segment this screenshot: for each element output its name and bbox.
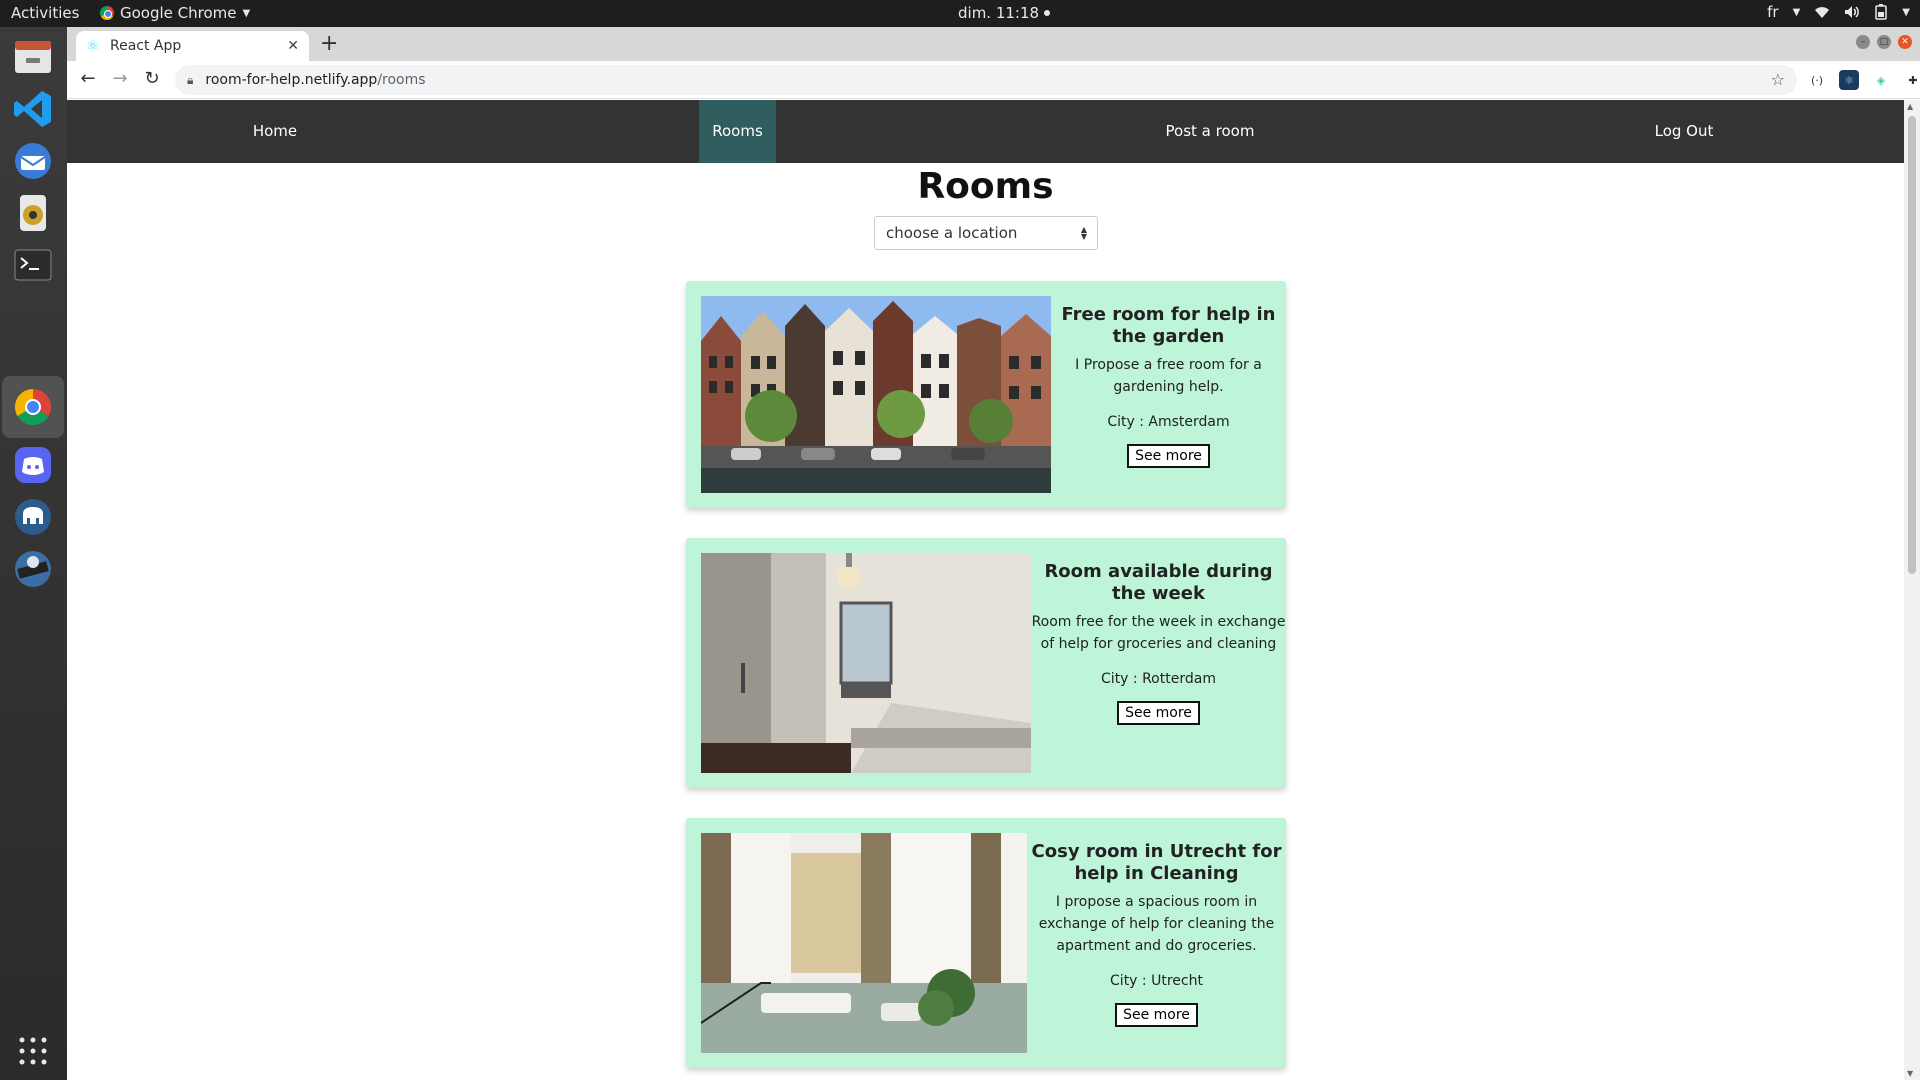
room-info: Cosy room in Utrecht for help in Cleanin… <box>1027 833 1286 1027</box>
select-arrows-icon: ▲ ▼ <box>1080 225 1087 241</box>
extension-brackets-icon[interactable]: (·) <box>1807 70 1827 90</box>
room-card: Free room for help in the garden I Propo… <box>686 281 1286 508</box>
dock <box>0 27 67 1080</box>
room-image <box>701 833 1027 1053</box>
close-icon[interactable]: ✕ <box>287 38 299 54</box>
minimize-icon[interactable]: – <box>1856 35 1870 49</box>
room-city: City : Rotterdam <box>1101 671 1216 687</box>
window-close-icon[interactable]: ✕ <box>1898 35 1912 49</box>
nav-home[interactable]: Home <box>230 100 320 163</box>
file-manager-icon[interactable] <box>9 33 57 81</box>
chrome-dock-icon[interactable] <box>9 383 57 431</box>
reload-icon[interactable]: ↻ <box>140 68 164 89</box>
clock[interactable]: dim. 11:18 <box>958 4 1051 22</box>
page-scrollbar[interactable]: ▲ ▼ <box>1904 100 1920 1080</box>
room-info: Free room for help in the garden I Propo… <box>1051 296 1286 468</box>
room-card: Cosy room in Utrecht for help in Cleanin… <box>686 818 1286 1068</box>
room-title: Room available during the week <box>1044 561 1273 604</box>
keyboard-layout[interactable]: fr <box>1767 3 1778 21</box>
discord-icon[interactable] <box>9 441 57 489</box>
system-top-bar: Activities Google Chrome ▼ dim. 11:18 fr… <box>0 0 1920 27</box>
tab-title: React App <box>110 38 182 54</box>
room-photo-utrecht[interactable] <box>701 833 1027 1053</box>
activities-button[interactable]: Activities <box>11 4 79 22</box>
chrome-icon <box>100 6 114 20</box>
extensions-area: (·) ⚛ ◈ ✚ t ⋮ <box>1807 69 1920 91</box>
nav-post-a-room[interactable]: Post a room <box>1145 100 1275 163</box>
room-description: I propose a spacious room in exchange of… <box>1038 894 1275 954</box>
vscode-icon[interactable] <box>9 85 57 133</box>
see-more-button[interactable]: See more <box>1127 444 1210 468</box>
room-card: Room available during the week Room free… <box>686 538 1286 788</box>
lock-icon: 🔒︎ <box>187 72 194 87</box>
room-title: Cosy room in Utrecht for help in Cleanin… <box>1031 841 1282 884</box>
scrollbar-thumb[interactable] <box>1908 116 1916 574</box>
speaker-app-icon[interactable] <box>9 189 57 237</box>
terminal-icon[interactable] <box>9 241 57 289</box>
caret-down-icon: ▼ <box>242 7 251 19</box>
page-title: Rooms <box>917 166 1054 207</box>
show-applications-icon[interactable] <box>9 1027 57 1075</box>
page-viewport: Home Rooms Post a room Log Out Rooms cho… <box>67 100 1904 1080</box>
room-description: I Propose a free room for a gardening he… <box>1075 357 1262 395</box>
room-image <box>701 296 1051 493</box>
system-tray[interactable]: fr ▼ ▼ <box>1767 3 1910 21</box>
pgadmin-elephant-icon[interactable] <box>9 493 57 541</box>
clock-label: dim. 11:18 <box>958 4 1040 22</box>
battery-icon <box>1875 4 1888 20</box>
volume-icon <box>1845 6 1860 18</box>
react-favicon-icon: ⚛ <box>86 37 100 55</box>
see-more-button[interactable]: See more <box>1115 1003 1198 1027</box>
caret-down-icon: ▼ <box>1792 6 1801 18</box>
caret-down-icon: ▼ <box>1902 6 1910 18</box>
bookmark-star-icon[interactable]: ☆ <box>1771 70 1785 89</box>
room-image <box>701 553 1031 773</box>
window-controls: – □ ✕ <box>1856 35 1912 49</box>
url-path: /rooms <box>377 72 426 88</box>
see-more-button[interactable]: See more <box>1117 701 1200 725</box>
app-menu-label: Google Chrome <box>120 4 237 22</box>
new-tab-icon[interactable]: + <box>320 31 338 56</box>
app-menu[interactable]: Google Chrome ▼ <box>100 4 250 22</box>
location-select[interactable]: choose a location ▲ ▼ <box>874 216 1098 250</box>
tab-strip: ⚛ React App ✕ + – □ ✕ <box>67 27 1920 61</box>
extensions-puzzle-icon[interactable]: ✚ <box>1903 70 1920 90</box>
tab-react-app[interactable]: ⚛ React App ✕ <box>76 31 309 61</box>
maximize-icon[interactable]: □ <box>1877 35 1891 49</box>
forward-icon[interactable]: → <box>108 68 132 89</box>
back-icon[interactable]: ← <box>76 68 100 89</box>
room-description: Room free for the week in exchange of he… <box>1031 614 1286 652</box>
thunderbird-icon[interactable] <box>9 137 57 185</box>
nav-log-out[interactable]: Log Out <box>1644 100 1724 163</box>
room-city: City : Amsterdam <box>1107 414 1230 430</box>
notification-dot-icon <box>1044 10 1051 16</box>
nav-rooms[interactable]: Rooms <box>699 100 776 163</box>
location-select-value: choose a location <box>886 224 1018 242</box>
room-title: Free room for help in the garden <box>1061 304 1276 347</box>
wifi-icon <box>1815 7 1830 18</box>
react-devtools-icon[interactable]: ⚛ <box>1839 70 1859 90</box>
extension-gem-icon[interactable]: ◈ <box>1871 70 1891 90</box>
room-info: Room available during the week Room free… <box>1031 553 1286 725</box>
room-photo-rotterdam[interactable] <box>701 553 1031 773</box>
room-photo-amsterdam[interactable] <box>701 296 1051 493</box>
scroll-down-icon[interactable]: ▼ <box>1907 1069 1913 1078</box>
room-city: City : Utrecht <box>1110 973 1203 989</box>
video-editor-icon[interactable] <box>9 545 57 593</box>
site-navbar: Home Rooms Post a room Log Out <box>67 100 1904 163</box>
address-bar[interactable]: 🔒︎ room-for-help.netlify.app/rooms ☆ <box>175 65 1797 95</box>
scroll-up-icon[interactable]: ▲ <box>1907 102 1913 111</box>
url-host: room-for-help.netlify.app <box>205 72 378 88</box>
browser-toolbar: ← → ↻ 🔒︎ room-for-help.netlify.app/rooms… <box>67 61 1920 99</box>
